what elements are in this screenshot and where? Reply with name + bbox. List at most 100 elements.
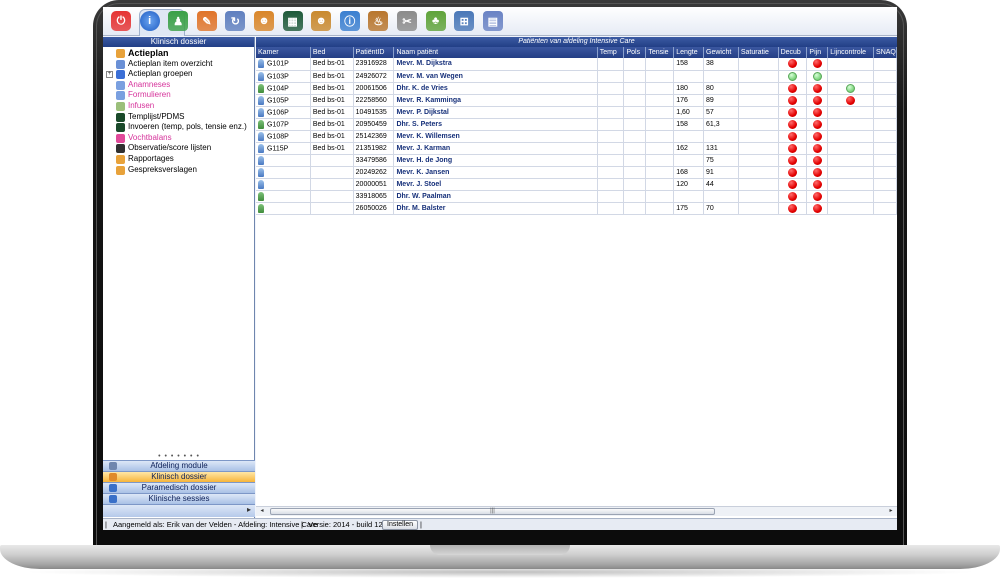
cell-temp [597,70,625,83]
cell-temp [597,142,625,155]
cell-temp [597,94,625,107]
refresh-icon[interactable]: ↻ [225,11,246,31]
column-header[interactable]: Gewicht [703,47,739,58]
cell-snaq [873,82,897,95]
cell-id: 10491535 [353,106,395,119]
monitor-icon[interactable]: ▦ [282,11,303,31]
cell-pols [623,70,647,83]
cell-kamer: G106P [256,106,311,119]
clip-icon[interactable]: ✂ [397,11,417,31]
table-row[interactable]: G115P Bed bs-01 21351982 Mevr. J. Karman 162… [256,142,897,155]
column-header[interactable]: Kamer [256,47,311,58]
column-header[interactable]: Decub [778,47,808,58]
column-header[interactable]: Temp [597,47,625,58]
nav-klinisch-dossier[interactable]: Klinisch dossier [103,471,255,482]
red-status-dot-icon [812,203,822,213]
menu-item-label: Templijst/PDMS [128,111,185,121]
nav-afdeling-module[interactable]: Afdeling module [103,460,255,471]
menu-item-9[interactable]: Observatie/score lijsten [103,143,254,154]
info-user-icon[interactable]: ⓘ [339,11,360,31]
nav-more-button[interactable]: ▸ [103,504,255,517]
scroll-right-icon[interactable]: ▸ [887,508,895,515]
column-header[interactable]: Naam patiënt [393,47,598,58]
menu-item-7[interactable]: Invoeren (temp, pols, tensie enz.) [103,122,254,133]
column-header[interactable]: Bed [310,47,354,58]
table-row[interactable]: G104P Bed bs-01 20061506 Dhr. K. de Vries 18… [256,82,897,95]
cell-kamer: G104P [256,82,311,95]
menu-item-3[interactable]: Anamneses [103,80,254,91]
cell-snaq [873,130,897,143]
column-header[interactable]: Lijncontrole [827,47,875,58]
info-icon[interactable]: i [139,11,160,31]
cell-bed [310,190,354,203]
doctor-icon[interactable]: ☻ [311,11,332,31]
cell-id: 20061506 [353,82,395,95]
person-icon[interactable]: ♟ [168,11,189,31]
cell-pols [623,178,647,191]
book-icon[interactable]: ✎ [196,11,217,31]
column-header[interactable]: PatiëntID [353,47,395,58]
menu-item-6[interactable]: Templijst/PDMS [103,112,254,123]
column-header[interactable]: Saturatie [738,47,779,58]
column-header[interactable]: Pols [623,47,647,58]
cell-decub [778,130,808,143]
table-row[interactable]: G108P Bed bs-01 25142369 Mevr. K. Willemsen [256,130,897,143]
table-row[interactable]: 26050026 Dhr. M. Balster 175 70 [256,202,897,215]
power-icon[interactable]: ⏻ [111,11,131,31]
cell-gewicht: 80 [703,82,739,95]
users-icon[interactable]: ☻ [254,11,274,31]
female-patient-icon [258,155,264,165]
menu-item-0[interactable]: Actieplan [103,48,254,59]
cell-saturatie [738,82,779,95]
menu-item-label: Rapportages [128,153,174,163]
column-header[interactable]: Pijn [806,47,829,58]
table-row[interactable]: G105P Bed bs-01 22258560 Mevr. R. Kamminga 1… [256,94,897,107]
table-row[interactable]: G107P Bed bs-01 20950459 Dhr. S. Peters 158 6… [256,118,897,131]
red-status-dot-icon [812,191,822,201]
cell-temp [597,166,625,179]
menu-item-4[interactable]: Formulieren [103,90,254,101]
cell-saturatie [738,58,779,71]
expand-icon[interactable]: + [106,71,113,79]
cell-id: 23916928 [353,58,395,71]
cell-lengte: 158 [673,118,705,131]
cell-pols [623,130,647,143]
table-row[interactable]: 20000051 Mevr. J. Stoel 120 44 [256,178,897,191]
chef-icon[interactable]: ♨ [368,11,389,31]
cell-decub [778,154,808,167]
table-row[interactable]: G101P Bed bs-01 23916928 Mevr. M. Dijkstra 1… [256,58,897,71]
scroll-thumb[interactable]: ||| [270,508,715,515]
menu-item-11[interactable]: Gespreksverslagen [103,165,254,176]
menu-item-5[interactable]: Infusen [103,101,254,112]
column-header[interactable]: Tensie [645,47,675,58]
cell-tensie [645,202,675,215]
red-status-dot-icon [788,119,797,129]
cell-lengte: 180 [673,82,705,95]
table-row[interactable]: 33479586 Mevr. H. de Jong 75 [256,154,897,167]
network-icon[interactable]: ⊞ [454,11,475,31]
tree-icon[interactable]: ♣ [425,11,446,31]
cell-lijn [827,190,875,203]
cell-lengte: 120 [673,178,705,191]
horizontal-scrollbar[interactable]: ◂ ||| ▸ [256,506,897,516]
column-header[interactable]: Lengte [673,47,705,58]
nav-paramedisch-dossier[interactable]: Paramedisch dossier [103,482,255,493]
table-row[interactable]: G106P Bed bs-01 10491535 Mevr. P. Dijkstal 1… [256,106,897,119]
folder-icon[interactable]: ▤ [482,11,503,31]
scroll-left-icon[interactable]: ◂ [258,508,266,515]
kamer-value: G115P [267,144,289,152]
cell-naam: Mevr. M. van Wegen [393,70,598,83]
menu-item-1[interactable]: Actieplan item overzicht [103,59,254,70]
table-row[interactable]: 20249262 Mevr. K. Jansen 168 91 [256,166,897,179]
instellen-button[interactable]: Instellen [382,520,419,530]
menu-item-8[interactable]: Vochtbalans [103,133,254,144]
cell-decub [778,142,808,155]
female-patient-icon [258,131,264,141]
column-header[interactable]: SNAQ [873,47,897,58]
table-row[interactable]: G103P Bed bs-01 24926072 Mevr. M. van Wegen [256,70,897,83]
menu-item-2[interactable]: + Actieplan groepen [103,69,254,80]
menu-item-10[interactable]: Rapportages [103,154,254,165]
red-status-dot-icon [812,155,822,165]
nav-klinische-sessies[interactable]: Klinische sessies [103,493,255,504]
table-row[interactable]: 33918065 Dhr. W. Paalman [256,190,897,203]
